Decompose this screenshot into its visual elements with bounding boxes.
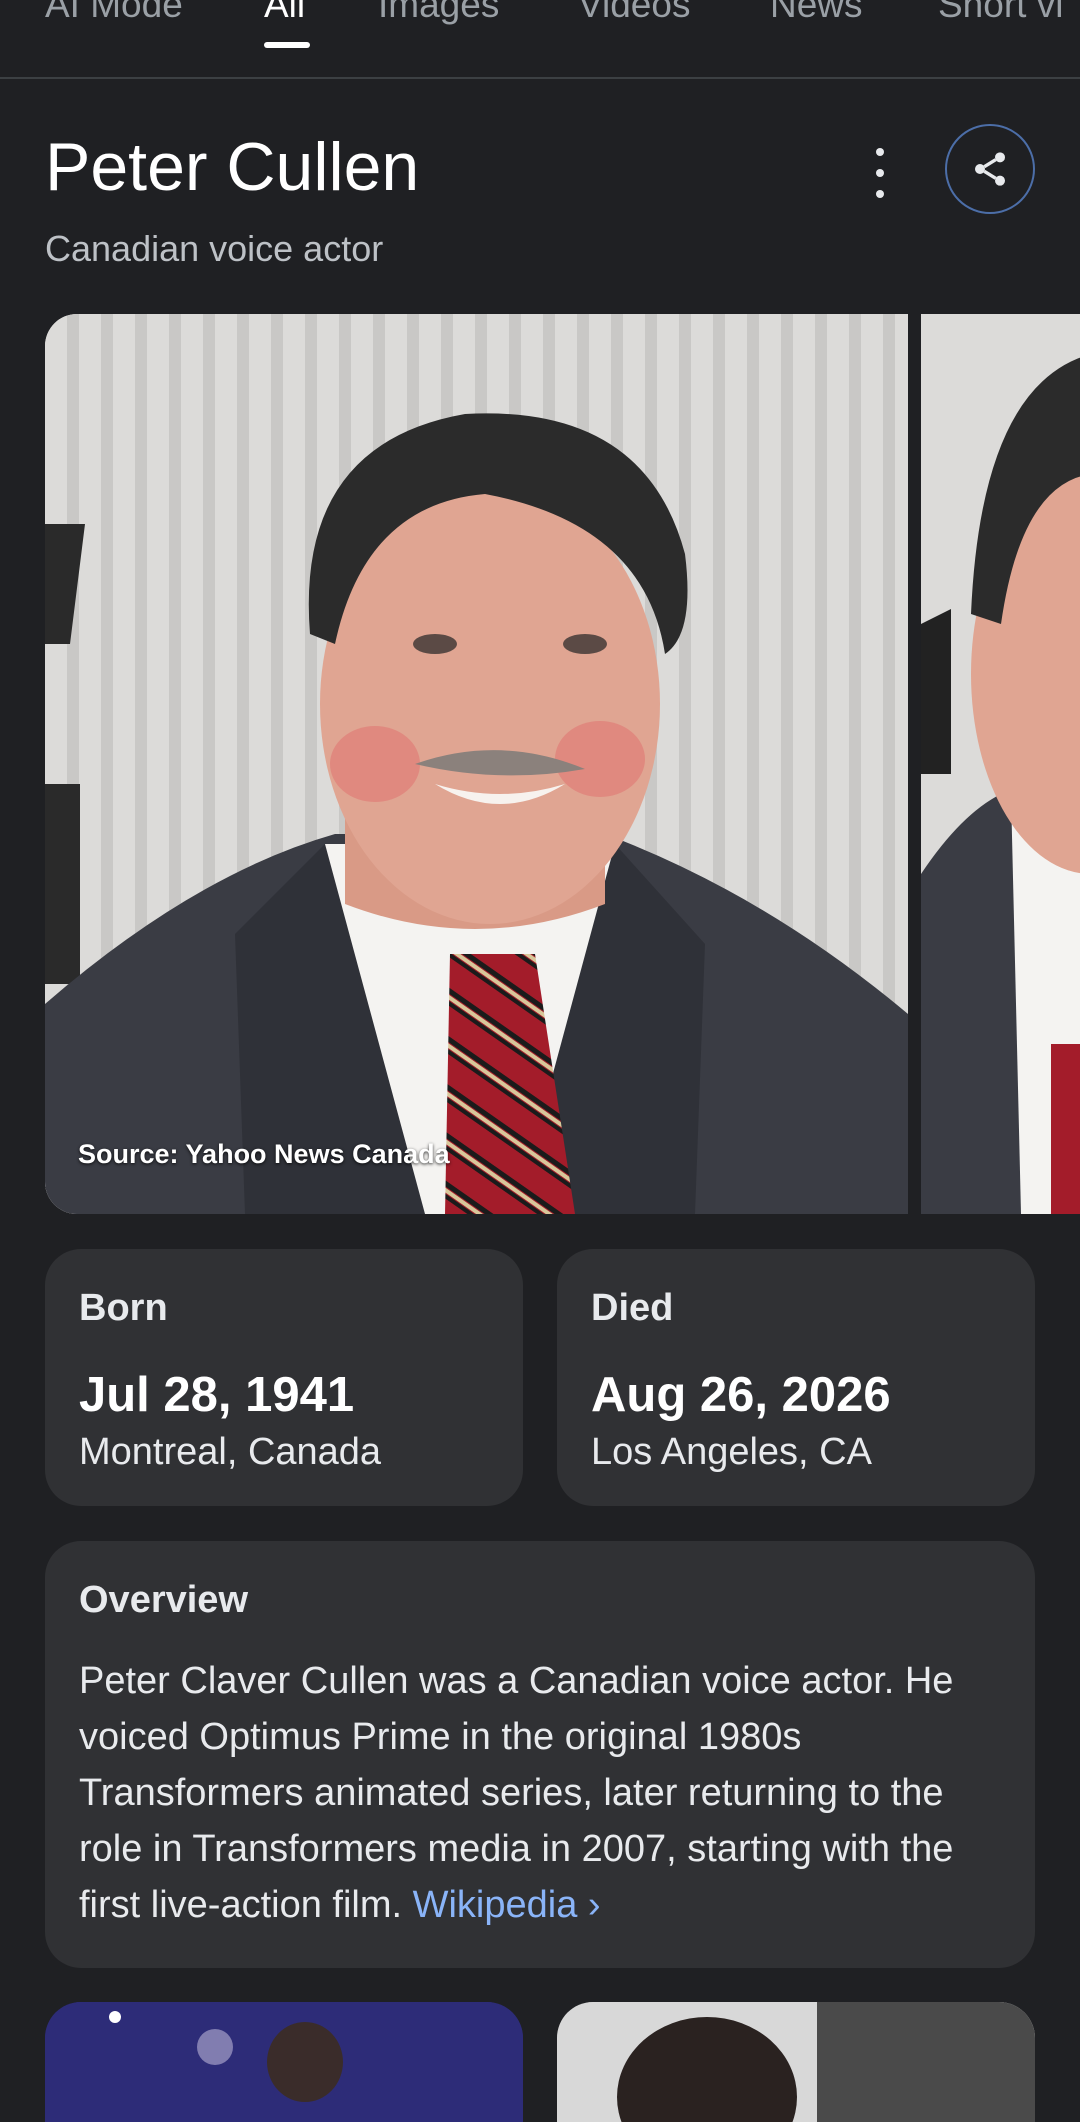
born-date: Jul 28, 1941 [79, 1368, 355, 1422]
overview-text: Peter Claver Cullen was a Canadian voice… [79, 1653, 1004, 1933]
active-tab-indicator [264, 42, 310, 48]
portrait-illustration-2 [921, 314, 1080, 1214]
thumbnail-illustration-1 [45, 2002, 523, 2122]
entity-description: Canadian voice actor [45, 228, 384, 269]
share-button[interactable] [945, 124, 1035, 214]
entity-title: Peter Cullen [45, 129, 420, 205]
wikipedia-link[interactable]: Wikipedia › [413, 1884, 601, 1926]
died-label: Died [591, 1287, 674, 1329]
died-place: Los Angeles, CA [591, 1431, 872, 1473]
related-thumbnail-2[interactable] [557, 2002, 1035, 2122]
tab-images[interactable]: Images [378, 0, 499, 26]
more-vert-icon[interactable] [860, 148, 900, 198]
died-date: Aug 26, 2026 [591, 1368, 891, 1422]
died-card[interactable]: Died Aug 26, 2026 Los Angeles, CA [557, 1249, 1035, 1506]
thumbnail-illustration-2 [557, 2002, 1035, 2122]
born-place: Montreal, Canada [79, 1431, 382, 1473]
entity-photo[interactable]: Source: Yahoo News Canada [45, 314, 908, 1214]
search-tabs: AI Mode All Images Videos News Short vi [0, 0, 1080, 79]
tab-ai-mode[interactable]: AI Mode [45, 0, 183, 26]
born-label: Born [79, 1287, 168, 1329]
portrait-illustration [45, 314, 908, 1214]
image-source-label: Source: Yahoo News Canada [78, 1139, 450, 1169]
overview-label: Overview [79, 1579, 248, 1621]
related-thumbnail-1[interactable] [45, 2002, 523, 2122]
entity-photo-next[interactable] [921, 314, 1080, 1214]
born-card[interactable]: Born Jul 28, 1941 Montreal, Canada [45, 1249, 523, 1506]
tab-news[interactable]: News [770, 0, 863, 26]
tab-videos[interactable]: Videos [578, 0, 690, 26]
overview-card: Overview Peter Claver Cullen was a Canad… [45, 1541, 1035, 1968]
tab-all[interactable]: All [264, 0, 305, 26]
share-icon [975, 152, 1005, 186]
wikipedia-link-label[interactable]: Wikipedia [413, 1884, 578, 1926]
chevron-right-icon: › [587, 1884, 601, 1926]
tab-short-videos[interactable]: Short vi [938, 0, 1063, 26]
